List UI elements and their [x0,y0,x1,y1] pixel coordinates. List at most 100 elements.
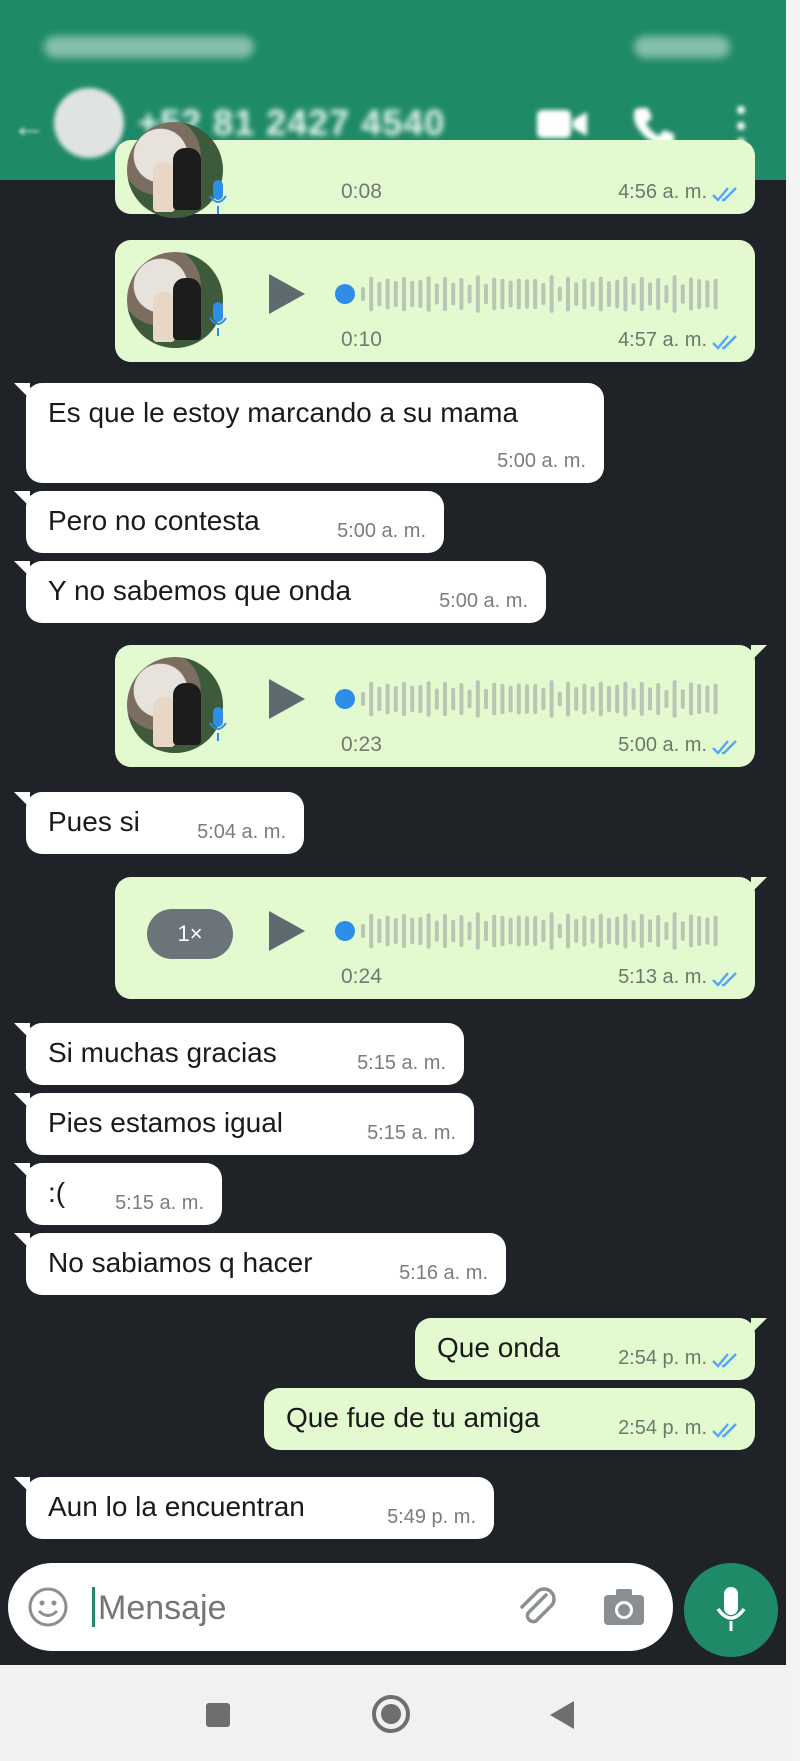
message-text: Que fue de tu amiga [286,1402,540,1433]
waveform-bar [500,278,505,310]
message-text: Es que le estoy marcando a su mama [48,397,519,428]
waveform-bar [639,681,644,717]
waveform-bar [664,284,669,304]
waveform-bar [418,916,423,946]
message-composer [8,1563,673,1651]
waveform-bar [664,921,669,941]
voice-waveform[interactable] [335,270,735,318]
message-time: 5:16 a. m. [399,1262,488,1284]
waveform-bar [598,681,603,717]
incoming-message: Es que le estoy marcando a su mama 5:00 … [14,383,604,483]
waveform-bar [680,689,685,709]
incoming-message: Y no sabemos que onda 5:00 a. m. [14,561,546,623]
waveform-bar [713,683,718,715]
voice-record-button[interactable] [684,1563,778,1657]
waveform-bar [590,281,595,307]
double-check-icon [712,335,737,350]
camera-icon[interactable] [602,1587,646,1627]
waveform-bar [574,282,579,306]
status-bar [40,28,740,64]
message-time: 5:15 a. m. [357,1052,446,1074]
voice-duration: 0:24 [341,965,382,988]
waveform-bar [525,684,529,714]
waveform-bar [434,283,439,305]
waveform-bar [648,687,652,711]
waveform-bar [705,685,710,713]
voice-waveform[interactable] [335,907,735,955]
waveform-bar [500,683,505,715]
waveform-bar [459,278,464,310]
waveform-bar [672,912,677,950]
waveform-bar [475,912,480,950]
voice-message: 0:10 4:57 a. m. [115,240,755,362]
waveform-bar [369,913,374,949]
emoji-icon[interactable] [26,1585,70,1629]
waveform-bar [664,689,669,709]
waveform-bar [615,684,620,714]
waveform-bar [377,686,382,712]
nav-recents-icon[interactable] [206,1703,230,1727]
back-arrow-icon[interactable]: ← [12,106,52,146]
message-time: 5:00 a. m. [497,450,586,472]
text-cursor [92,1587,95,1627]
waveform-bar [623,681,628,717]
contact-avatar[interactable] [54,88,124,158]
double-check-icon [712,1353,737,1368]
waveform-bar [467,689,472,709]
message-list: 0:08 4:56 a. m. 0:10 4:57 a. m. Es que l… [0,122,786,1556]
waveform-bar [418,279,423,309]
waveform-bar [492,277,497,311]
waveform-bar [598,913,603,949]
incoming-message: Aun lo la encuentran 5:49 p. m. [14,1477,494,1539]
waveform-bar [639,913,644,949]
waveform-bar [418,684,423,714]
waveform-bar [508,685,513,713]
waveform-bar [566,913,570,949]
voice-duration: 0:23 [341,733,382,756]
play-icon[interactable] [265,270,309,318]
voice-message: 0:08 4:56 a. m. [115,122,755,218]
status-bar-left [44,36,254,58]
message-time: 5:04 a. m. [197,821,286,843]
outgoing-message: Que onda 2:54 p. m. [415,1318,767,1380]
playback-speed-button[interactable]: 1× [147,909,233,959]
nav-home-icon[interactable] [370,1693,412,1735]
waveform-bar [549,912,554,950]
waveform-bar [566,276,570,312]
waveform-bar [443,913,447,949]
waveform-bar [516,278,521,310]
waveform-bar [484,920,488,942]
playback-position-dot [335,921,355,941]
voice-message: 0:23 5:00 a. m. [115,645,767,767]
message-input[interactable] [98,1589,478,1628]
waveform-bar [434,920,439,942]
voice-message: 1× 0:24 5:13 a. m. [115,877,767,999]
waveform-bar [484,283,488,305]
nav-back-icon[interactable] [548,1699,576,1731]
waveform-bar [557,286,562,302]
waveform-bar [426,276,431,312]
waveform-bar [426,913,431,949]
waveform-bar [385,683,390,715]
message-time: 5:15 a. m. [367,1122,456,1144]
waveform-bar [377,281,382,307]
waveform-bar [451,282,456,306]
voice-duration: 0:10 [341,328,382,351]
double-check-icon [712,972,737,987]
video-call-icon[interactable] [535,104,589,144]
voice-waveform[interactable] [335,675,735,723]
voice-duration: 0:08 [341,180,382,203]
play-icon[interactable] [265,907,309,955]
waveform-bar [598,276,603,312]
waveform-bar [516,683,521,715]
waveform-bar [541,919,546,943]
attach-icon[interactable] [514,1583,560,1631]
waveform-bar [393,686,398,712]
waveform-bar [574,919,579,943]
play-icon[interactable] [265,675,309,723]
message-time: 4:57 a. m. [618,329,707,351]
waveform-bar [672,275,677,313]
waveform-bar [615,279,620,309]
waveform-bar [402,681,406,717]
message-time: 5:00 a. m. [439,590,528,612]
